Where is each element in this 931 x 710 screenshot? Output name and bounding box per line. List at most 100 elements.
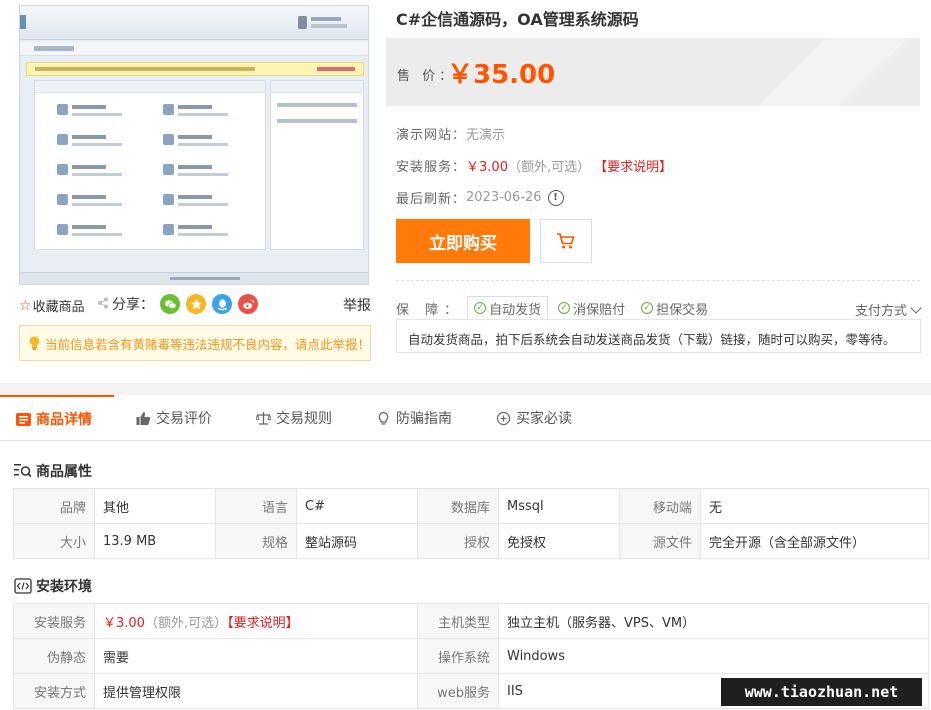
env-key: 操作系统 xyxy=(417,638,499,674)
attr-value: C# xyxy=(296,488,418,524)
attr-value: 其他 xyxy=(94,488,216,524)
search-list-icon xyxy=(14,463,32,479)
last-refresh-row: 最后刷新： 2023-06-26 ! xyxy=(396,188,564,207)
payment-method-label: 支付方式 xyxy=(854,304,907,319)
attributes-table: 品牌 其他 语言 C# 数据库 Mssql 移动端 无 大小 13.9 MB 规… xyxy=(13,488,929,559)
thumbs-up-icon xyxy=(136,411,151,426)
attr-key: 数据库 xyxy=(417,488,499,524)
attr-value: 13.9 MB xyxy=(94,523,216,559)
chevron-down-icon xyxy=(910,301,922,314)
install-requirements-link[interactable]: 【要求说明】 xyxy=(594,156,672,175)
attr-key: 移动端 xyxy=(619,488,701,524)
lightbulb-icon xyxy=(29,336,40,350)
install-note: （额外,可选） xyxy=(507,160,591,175)
demo-site-row: 演示网站： 无演示 xyxy=(396,124,505,143)
price-box: 售 价： ￥35.00 xyxy=(386,38,920,106)
guarantee-compensation[interactable]: ✓ 消保赔付 xyxy=(552,297,631,320)
environment-title: 安装环境 xyxy=(36,579,92,595)
attr-key: 规格 xyxy=(215,523,297,559)
detail-tabs: 商品详情 交易评价 交易规则 防骗指南 买家必读 xyxy=(0,395,931,441)
attr-key: 语言 xyxy=(215,488,297,524)
refresh-label: 最后刷新： xyxy=(396,192,467,207)
tab-label: 防骗指南 xyxy=(396,411,452,427)
env-value: 独立主机（服务器、VPS、VM） xyxy=(498,603,929,639)
env-install-value: ￥3.00（额外,可选）【要求说明】 xyxy=(94,603,418,639)
price-decoration xyxy=(700,38,920,106)
favorite-label: 收藏商品 xyxy=(32,300,85,315)
table-row: 伪静态 需要 操作系统 Windows xyxy=(13,638,929,674)
table-row: 安装服务 ￥3.00（额外,可选）【要求说明】 主机类型 独立主机（服务器、VP… xyxy=(13,603,929,639)
env-install-requirements-link[interactable]: 【要求说明】 xyxy=(227,616,299,631)
attr-value: 整站源码 xyxy=(296,523,418,559)
preview-breadcrumb xyxy=(20,42,368,56)
table-row: 大小 13.9 MB 规格 整站源码 授权 免授权 源文件 完全开源（含全部源文… xyxy=(13,523,929,559)
preview-footer xyxy=(20,272,368,284)
tab-product-details[interactable]: 商品详情 xyxy=(0,395,114,441)
favorite-button[interactable]: ☆ 收藏商品 xyxy=(19,296,85,316)
env-key: web服务 xyxy=(417,673,499,709)
attr-key: 授权 xyxy=(417,523,499,559)
scale-icon xyxy=(256,411,271,426)
qzone-icon[interactable] xyxy=(186,294,206,314)
warning-text: 当前信息若含有黄赌毒等违法违规不良内容，请点此举报！ xyxy=(44,336,370,352)
preview-logo xyxy=(20,15,26,29)
table-row: 品牌 其他 语言 C# 数据库 Mssql 移动端 无 xyxy=(13,488,929,524)
preview-side-panel xyxy=(270,80,364,250)
attr-key: 大小 xyxy=(13,523,95,559)
guarantee-row: 保 障： ✓ 自动发货 ✓ 消保赔付 ✓ 担保交易 支付方式 xyxy=(396,295,922,321)
cart-icon xyxy=(557,233,575,249)
demo-value: 无演示 xyxy=(466,128,506,143)
guarantee-item-label: 自动发货 xyxy=(489,302,542,318)
tab-anti-fraud[interactable]: 防骗指南 xyxy=(376,395,452,441)
buy-now-button[interactable]: 立即购买 xyxy=(396,219,530,263)
qq-icon[interactable] xyxy=(212,294,232,314)
env-value: Windows xyxy=(498,638,929,674)
wechat-icon[interactable] xyxy=(160,294,180,314)
check-circle-icon: ✓ xyxy=(641,302,654,314)
guarantee-item-label: 消保赔付 xyxy=(573,302,626,318)
refresh-value: 2023-06-26 xyxy=(466,190,542,205)
price-value: ￥35.00 xyxy=(447,60,556,90)
attr-value: Mssql xyxy=(498,488,620,524)
product-preview-image[interactable] xyxy=(19,5,369,285)
install-service-row: 安装服务： ￥3.00 （额外,可选） 【要求说明】 xyxy=(396,156,672,175)
environment-heading: 安装环境 xyxy=(14,576,92,596)
code-icon xyxy=(14,578,32,594)
guarantee-auto-delivery[interactable]: ✓ 自动发货 xyxy=(467,295,549,321)
weibo-icon[interactable] xyxy=(238,294,258,314)
preview-header xyxy=(20,6,368,40)
report-link[interactable]: 举报 xyxy=(343,295,371,315)
info-circle-icon[interactable]: ! xyxy=(547,189,564,206)
env-value: 提供管理权限 xyxy=(94,673,418,709)
attr-key: 品牌 xyxy=(13,488,95,524)
share-label: 分享： xyxy=(112,297,154,313)
star-icon: ☆ xyxy=(19,297,32,314)
install-label: 安装服务： xyxy=(396,160,467,175)
tab-label: 交易规则 xyxy=(276,411,332,427)
env-install-price: ￥3.00 xyxy=(103,615,145,631)
share-icon xyxy=(97,297,109,312)
guarantee-label: 保 障： xyxy=(396,302,464,318)
tab-reviews[interactable]: 交易评价 xyxy=(136,395,212,441)
payment-method-dropdown[interactable]: 支付方式 xyxy=(854,300,922,319)
guarantee-item-label: 担保交易 xyxy=(656,302,709,318)
attributes-title: 商品属性 xyxy=(36,464,92,480)
demo-label: 演示网站： xyxy=(396,128,467,143)
tab-trade-rules[interactable]: 交易规则 xyxy=(256,395,332,441)
plus-circle-icon xyxy=(496,411,511,426)
tab-label: 商品详情 xyxy=(36,412,92,428)
guarantee-escrow[interactable]: ✓ 担保交易 xyxy=(635,297,714,320)
env-key: 安装方式 xyxy=(13,673,95,709)
add-to-cart-button[interactable] xyxy=(540,219,592,263)
preview-user-box xyxy=(298,14,347,32)
product-title: C#企信通源码，OA管理系统源码 xyxy=(396,10,639,29)
env-value: 需要 xyxy=(94,638,418,674)
attr-value: 免授权 xyxy=(498,523,620,559)
guarantee-description: 自动发货商品，拍下后系统会自动发送商品发货（下载）链接，随时可以购买，零等待。 xyxy=(396,319,921,353)
preview-notice-bar xyxy=(26,62,364,76)
check-circle-icon: ✓ xyxy=(558,302,571,314)
details-icon xyxy=(16,412,31,427)
tab-buyer-must-read[interactable]: 买家必读 xyxy=(496,395,572,441)
tab-label: 交易评价 xyxy=(156,411,212,427)
report-warning-banner[interactable]: 当前信息若含有黄赌毒等违法违规不良内容，请点此举报！ xyxy=(19,325,371,361)
